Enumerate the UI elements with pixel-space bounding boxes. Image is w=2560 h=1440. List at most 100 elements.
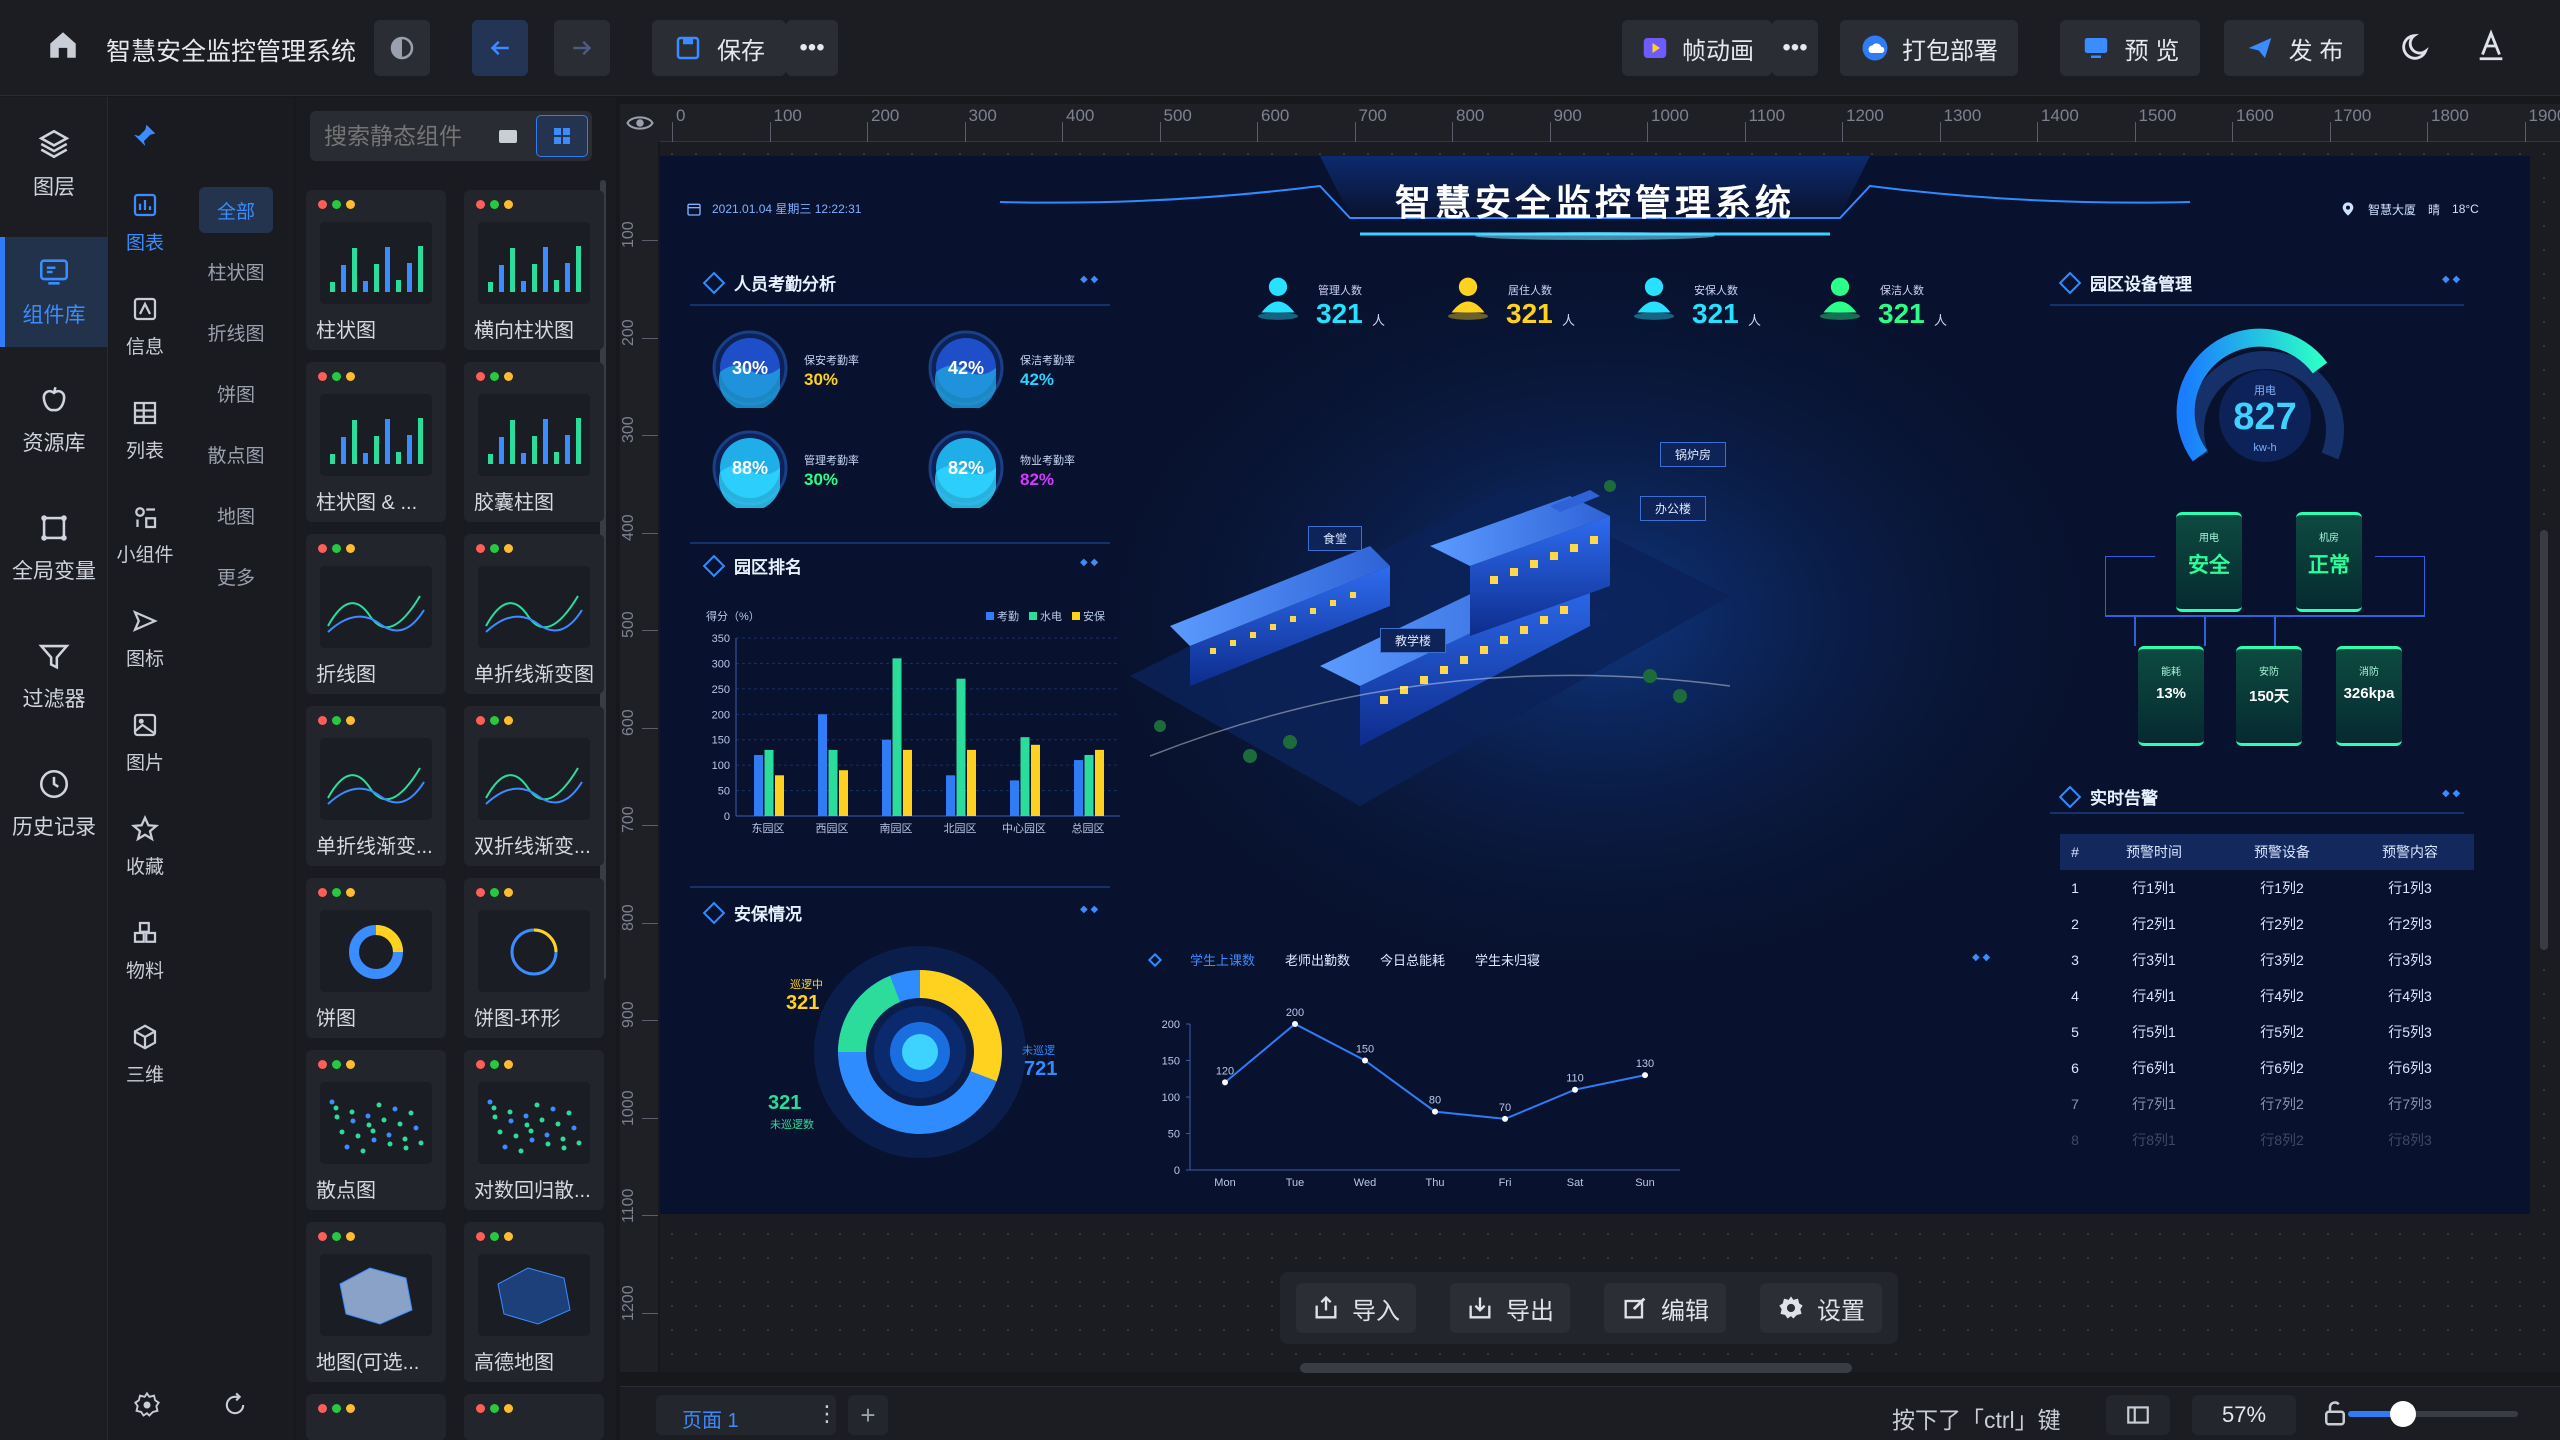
component-card[interactable]: 地图(可选... bbox=[306, 1222, 446, 1382]
alarm-row[interactable]: 1 行1列1 行1列2 行1列3 bbox=[2060, 870, 2474, 906]
alarm-row[interactable]: 5 行5列1 行5列2 行5列3 bbox=[2060, 1014, 2474, 1050]
cat-favorites[interactable]: 收藏 bbox=[109, 801, 181, 891]
canvas-vertical-scrollbar[interactable] bbox=[2540, 530, 2548, 950]
component-card[interactable]: 柱状图 bbox=[306, 190, 446, 350]
component-card[interactable]: 饼图 bbox=[306, 878, 446, 1038]
save-button[interactable]: 保存 bbox=[652, 20, 786, 76]
settings-gear-icon[interactable] bbox=[133, 1391, 161, 1424]
lock-icon[interactable] bbox=[2320, 1397, 2350, 1434]
deploy-button[interactable]: 打包部署 bbox=[1840, 20, 2018, 76]
canvas-horizontal-scrollbar[interactable] bbox=[1300, 1363, 1852, 1373]
dot bbox=[332, 544, 341, 553]
card-view-button[interactable] bbox=[482, 115, 534, 157]
sub-scatter[interactable]: 散点图 bbox=[199, 431, 273, 477]
bar bbox=[1084, 754, 1094, 816]
page-more-icon[interactable]: ⋮ bbox=[816, 1401, 838, 1427]
cat-charts[interactable]: 图表 bbox=[109, 177, 181, 267]
ranking-bar-chart: 0 50 100 150 200 250 300 350 东园区 西园区 南园区 北园区 中心园区 总园区 bbox=[712, 633, 1120, 835]
export-button[interactable]: 导出 bbox=[1450, 1283, 1570, 1333]
cat-3d[interactable]: 三维 bbox=[109, 1009, 181, 1099]
cat-widgets[interactable]: 小组件 bbox=[109, 489, 181, 579]
alarm-header-cell: 预警设备 bbox=[2254, 844, 2310, 860]
save-more-button[interactable]: ••• bbox=[786, 20, 838, 76]
component-card[interactable]: 柱状图 & ... bbox=[306, 362, 446, 522]
component-card[interactable]: 胶囊柱图 bbox=[464, 362, 604, 522]
component-card[interactable]: 对数回归散... bbox=[464, 1050, 604, 1210]
component-card[interactable] bbox=[464, 1394, 604, 1440]
theme-toggle-button[interactable] bbox=[374, 20, 430, 76]
cat-list[interactable]: 列表 bbox=[109, 385, 181, 475]
line-chart-tab[interactable]: 学生未归寝 bbox=[1475, 950, 1540, 969]
cat-label: 小组件 bbox=[116, 544, 174, 566]
eye-icon[interactable] bbox=[620, 104, 660, 142]
security-c-value: 321 bbox=[768, 1092, 802, 1114]
component-card[interactable]: 饼图-环形 bbox=[464, 878, 604, 1038]
window-dots bbox=[318, 544, 355, 553]
cat-materials[interactable]: 物料 bbox=[109, 905, 181, 995]
refresh-icon[interactable] bbox=[221, 1391, 249, 1424]
moon-icon[interactable] bbox=[2400, 30, 2434, 69]
cat-icons[interactable]: 图标 bbox=[109, 593, 181, 683]
pin-icon[interactable] bbox=[129, 121, 159, 156]
sub-bar[interactable]: 柱状图 bbox=[199, 248, 273, 294]
alarm-row[interactable]: 4 行4列1 行4列2 行4列3 bbox=[2060, 978, 2474, 1014]
meter-cylinder: 消防 326kpa bbox=[2336, 646, 2402, 746]
grid-view-button[interactable] bbox=[536, 115, 588, 157]
zoom-slider[interactable] bbox=[2348, 1401, 2518, 1427]
add-page-button[interactable]: + bbox=[848, 1395, 888, 1435]
alarm-row[interactable]: 6 行6列1 行6列2 行6列3 bbox=[2060, 1050, 2474, 1086]
line-chart-tab[interactable]: 学生上课数 bbox=[1190, 950, 1255, 969]
component-card-label: 单折线渐变... bbox=[316, 836, 433, 858]
nav-resource-library[interactable]: 资源库 bbox=[0, 365, 108, 475]
component-card[interactable]: 单折线渐变图 bbox=[464, 534, 604, 694]
frame-more-button[interactable]: ••• bbox=[1772, 20, 1818, 76]
sub-line[interactable]: 折线图 bbox=[199, 309, 273, 355]
nav-global-variables[interactable]: 全局变量 bbox=[0, 493, 108, 603]
alarm-cell: 行1列1 bbox=[2132, 880, 2176, 896]
dashboard-screen[interactable]: 2021.01.04 星期三 12:22:31 智慧安全监控管理系统 智慧大厦 … bbox=[660, 156, 2530, 1214]
edit-button[interactable]: 编辑 bbox=[1604, 1283, 1726, 1333]
undo-button[interactable] bbox=[472, 20, 528, 76]
cat-images[interactable]: 图片 bbox=[109, 697, 181, 787]
minimap-toggle[interactable] bbox=[2106, 1395, 2170, 1435]
ruler-tick bbox=[1062, 122, 1063, 142]
alarm-row[interactable]: 2 行2列1 行2列2 行2列3 bbox=[2060, 906, 2474, 942]
component-card[interactable]: 折线图 bbox=[306, 534, 446, 694]
settings-button[interactable]: 设置 bbox=[1760, 1283, 1882, 1333]
dot bbox=[332, 1404, 341, 1413]
import-button[interactable]: 导入 bbox=[1296, 1283, 1416, 1333]
zoom-level[interactable]: 57% bbox=[2192, 1395, 2296, 1435]
alarm-row[interactable]: 7 行7列1 行7列2 行7列3 bbox=[2060, 1086, 2474, 1122]
page-tab[interactable]: 页面 1 ⋮ bbox=[656, 1395, 838, 1435]
cat-info[interactable]: 信息 bbox=[109, 281, 181, 371]
nav-component-library[interactable]: 组件库 bbox=[0, 237, 108, 347]
zoom-slider-thumb[interactable] bbox=[2390, 1401, 2416, 1427]
component-card[interactable]: 高德地图 bbox=[464, 1222, 604, 1382]
component-card[interactable] bbox=[306, 1394, 446, 1440]
preview-button[interactable]: 预 览 bbox=[2060, 20, 2200, 76]
nav-history[interactable]: 历史记录 bbox=[0, 749, 108, 859]
alarm-row[interactable]: 8 行8列1 行8列2 行8列3 bbox=[2060, 1122, 2474, 1158]
ranking-legend: 考勤 水电 安保 bbox=[986, 608, 1105, 624]
line-chart-tab[interactable]: 老师出勤数 bbox=[1285, 950, 1350, 969]
nav-layers[interactable]: 图层 bbox=[0, 109, 108, 219]
sub-all[interactable]: 全部 bbox=[199, 187, 273, 233]
component-card[interactable]: 双折线渐变... bbox=[464, 706, 604, 866]
component-card[interactable]: 横向柱状图 bbox=[464, 190, 604, 350]
alarm-row[interactable]: 3 行3列1 行3列2 行3列3 bbox=[2060, 942, 2474, 978]
line-chart-tab[interactable]: 今日总能耗 bbox=[1380, 950, 1445, 969]
redo-button[interactable] bbox=[554, 20, 610, 76]
clock-icon bbox=[39, 769, 69, 799]
sub-more[interactable]: 更多 bbox=[199, 553, 273, 599]
publish-button[interactable]: 发 布 bbox=[2224, 20, 2364, 76]
sub-map[interactable]: 地图 bbox=[199, 492, 273, 538]
sub-pie[interactable]: 饼图 bbox=[199, 370, 273, 416]
x-tick-label: 东园区 bbox=[752, 822, 785, 835]
component-card[interactable]: 单折线渐变... bbox=[306, 706, 446, 866]
font-icon[interactable] bbox=[2474, 28, 2508, 69]
component-card[interactable]: 散点图 bbox=[306, 1050, 446, 1210]
vertical-ruler: 100 200 300 400 500 600 700 800 900 1000 1100 1200 bbox=[620, 142, 658, 1372]
home-icon[interactable] bbox=[46, 28, 80, 67]
nav-filters[interactable]: 过滤器 bbox=[0, 621, 108, 731]
frame-animation-button[interactable]: 帧动画 bbox=[1622, 20, 1772, 76]
